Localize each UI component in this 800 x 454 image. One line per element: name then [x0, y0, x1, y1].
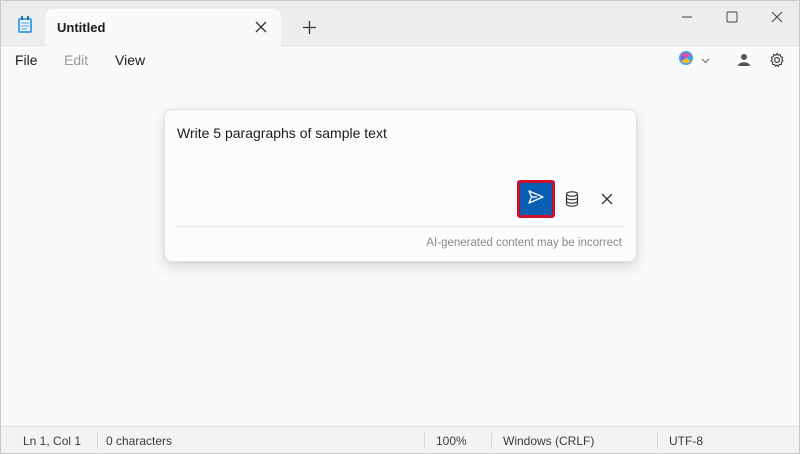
send-icon	[528, 189, 544, 209]
status-bar: Ln 1, Col 1 0 characters 100% Windows (C…	[1, 426, 799, 453]
tab-title: Untitled	[57, 20, 106, 35]
minimize-icon[interactable]	[664, 5, 710, 29]
divider	[424, 433, 425, 449]
zoom-level: 100%	[436, 434, 467, 448]
cursor-position: Ln 1, Col 1	[23, 434, 82, 448]
tab-untitled[interactable]: Untitled	[45, 9, 281, 47]
line-ending: Windows (CRLF)	[503, 434, 595, 448]
close-icon[interactable]	[754, 5, 799, 29]
menu-edit[interactable]: Edit	[64, 52, 88, 68]
account-icon[interactable]	[735, 51, 753, 69]
rewrite-prompt-popup: Write 5 paragraphs of sample text AI-gen…	[164, 109, 637, 262]
close-icon[interactable]	[251, 17, 271, 37]
divider	[491, 433, 492, 449]
character-count: 0 characters	[106, 434, 173, 448]
notepad-window: Untitled File Edit View Write 5 paragrap…	[0, 0, 800, 454]
close-icon[interactable]	[597, 189, 617, 209]
plus-icon[interactable]	[299, 17, 319, 37]
title-bar: Untitled	[1, 1, 799, 47]
chevron-down-icon	[701, 51, 710, 69]
divider	[657, 433, 658, 449]
divider	[97, 433, 98, 449]
menu-view[interactable]: View	[115, 52, 145, 68]
copilot-button[interactable]	[677, 49, 717, 72]
send-button[interactable]	[517, 180, 555, 218]
copilot-icon	[677, 49, 695, 72]
gear-icon[interactable]	[768, 51, 786, 69]
database-icon[interactable]	[562, 189, 582, 209]
encoding: UTF-8	[669, 434, 703, 448]
ai-disclaimer: AI-generated content may be incorrect	[426, 237, 622, 249]
menu-file[interactable]: File	[15, 52, 38, 68]
prompt-input[interactable]: Write 5 paragraphs of sample text	[177, 125, 387, 141]
maximize-icon[interactable]	[709, 5, 755, 29]
divider	[177, 226, 624, 227]
notepad-icon	[17, 16, 33, 34]
